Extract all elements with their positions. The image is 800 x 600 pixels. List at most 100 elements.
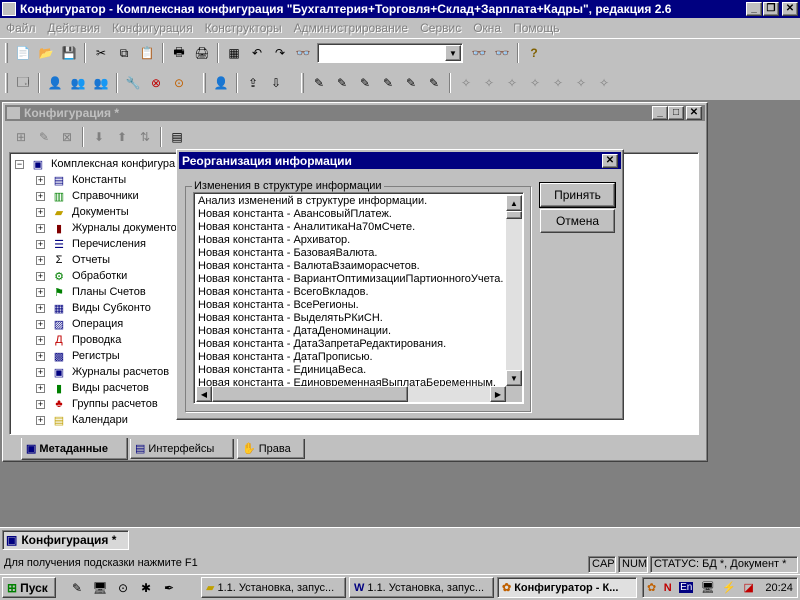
list-item[interactable]: Новая константа - ВалютаВзаиморасчетов. [196,260,506,273]
window-minimize-button[interactable]: _ [652,106,668,120]
open-folder-icon[interactable]: 📂 [35,42,57,64]
module-icon[interactable]: ▦ [223,42,245,64]
constructor-query-icon[interactable]: ✎ [377,72,399,94]
tree-item-enums[interactable]: + ☰ Перечисления [36,236,146,252]
tree-item-reports[interactable]: + Σ Отчеты [36,252,110,268]
vertical-scrollbar[interactable]: ▲ ▼ [506,195,522,386]
move-up-icon[interactable]: ⬆ [111,126,133,148]
list-item[interactable]: Новая константа - АвансовыйПлатеж. [196,208,506,221]
dialog-close-button[interactable]: ✕ [602,154,618,168]
stop-icon[interactable]: ⊗ [145,72,167,94]
tree-item-chart-of-accounts[interactable]: + ⚑ Планы Счетов [36,284,146,300]
scroll-up-icon[interactable]: ▲ [506,195,522,211]
close-button[interactable]: ✕ [782,2,798,16]
wizard-2-icon[interactable]: ✧ [478,72,500,94]
monitor-icon[interactable]: ⊙ [168,72,190,94]
find-binoculars-icon[interactable]: 👓 [292,42,314,64]
tree-item-catalogs[interactable]: + ▥ Справочники [36,188,139,204]
wizard-5-icon[interactable]: ✧ [547,72,569,94]
tab-interfaces[interactable]: ▤ Интерфейсы [130,439,234,459]
tray-n-icon[interactable]: N [664,582,672,594]
undo-icon[interactable]: ↶ [246,42,268,64]
changes-list[interactable]: Анализ изменений в структуре информации.… [193,192,524,404]
accept-button[interactable]: Принять [539,182,616,208]
copy-icon[interactable]: ⧉ [113,42,135,64]
paste-icon[interactable]: 📋 [136,42,158,64]
tree-item-calendars[interactable]: + ▤ Календари [36,412,128,428]
load-config-icon[interactable]: ⇩ [265,72,287,94]
list-item[interactable]: Новая константа - АналитикаНа70мСчете. [196,221,506,234]
replace-icon[interactable]: 👓 [491,42,513,64]
search-combobox[interactable]: ▼ [317,43,463,63]
list-item[interactable]: Новая константа - БазоваяВалюта. [196,247,506,260]
tree-item-calc-types[interactable]: + ▮ Виды расчетов [36,380,149,396]
tray-monitor-icon[interactable]: 🖥 [701,581,715,594]
scroll-thumb[interactable] [506,211,522,219]
constructor-print-icon[interactable]: ✎ [400,72,422,94]
constructor-movement-icon[interactable]: ✎ [423,72,445,94]
scroll-left-icon[interactable]: ◀ [196,386,212,402]
cut-icon[interactable]: ✂ [90,42,112,64]
tray-app-icon[interactable]: ✿ [647,581,656,594]
list-item[interactable]: Новая константа - ЕдиницаВеса. [196,364,506,377]
configuration-window-title-bar[interactable]: Конфигурация * [5,105,705,121]
users-icon[interactable]: 👤 [44,72,66,94]
taskbar-item-configurator[interactable]: ✿ Конфигуратор - К... [497,577,637,598]
tree-item-registers[interactable]: + ▩ Регистры [36,348,120,364]
wizard-6-icon[interactable]: ✧ [570,72,592,94]
tree-item-documents[interactable]: + ▰ Документы [36,204,129,220]
tab-rights[interactable]: ✋ Права [237,439,305,459]
wizard-3-icon[interactable]: ✧ [501,72,523,94]
interfaces-icon[interactable]: 👥 [90,72,112,94]
expand-icon[interactable]: + [36,287,45,297]
expand-icon[interactable]: + [36,367,45,377]
expand-icon[interactable]: + [36,239,45,249]
constructor-form-icon[interactable]: ✎ [354,72,376,94]
properties-icon[interactable]: ▤ [166,126,188,148]
tree-item-operation[interactable]: + ▨ Операция [36,316,123,332]
dump-config-icon[interactable]: ⇪ [242,72,264,94]
wizard-4-icon[interactable]: ✧ [524,72,546,94]
print-icon[interactable]: 🖶 [168,42,190,64]
list-item[interactable]: Новая константа - ВсегоВкладов. [196,286,506,299]
menu-constructors[interactable]: Конструкторы [199,21,288,35]
horizontal-scrollbar[interactable]: ◀ ▶ [196,386,506,402]
sort-icon[interactable]: ⇅ [134,126,156,148]
constructor-document-icon[interactable]: ✎ [308,72,330,94]
tab-metadata[interactable]: ▣ Метаданные [21,438,128,460]
new-file-icon[interactable]: 📄 [12,42,34,64]
debug-icon[interactable]: 🔧 [122,72,144,94]
quick-launch-icon-4[interactable]: ✱ [135,577,157,599]
help-icon[interactable]: ? [523,42,545,64]
delete-object-icon[interactable]: ⊠ [56,126,78,148]
save-icon[interactable]: 💾 [58,42,80,64]
menu-windows[interactable]: Окна [467,21,507,35]
add-object-icon[interactable]: ⊞ [10,126,32,148]
expand-icon[interactable]: + [36,175,45,185]
config-tree-icon[interactable]: 🗔 [12,72,34,94]
start-button[interactable]: ⊞ Пуск [2,577,56,598]
menu-actions[interactable]: Действия [42,21,107,35]
list-item[interactable]: Анализ изменений в структуре информации. [196,195,506,208]
window-maximize-button[interactable]: □ [668,106,684,120]
menu-service[interactable]: Сервис [414,21,467,35]
tree-item-processings[interactable]: + ⚙ Обработки [36,268,127,284]
scroll-h-thumb[interactable] [212,386,408,402]
tree-item-subconto-types[interactable]: + ▦ Виды Субконто [36,300,151,316]
menu-file[interactable]: Файл [0,21,42,35]
chevron-down-icon[interactable]: ▼ [445,45,461,61]
taskbar-item-folder[interactable]: ▰ 1.1. Установка, запус... [201,577,346,598]
edit-object-icon[interactable]: ✎ [33,126,55,148]
list-item[interactable]: Новая константа - Архиватор. [196,234,506,247]
quick-launch-icon-3[interactable]: ⊙ [112,577,134,599]
tray-tool-icon[interactable]: ⚡ [722,581,736,594]
expand-icon[interactable]: + [36,319,45,329]
find-next-icon[interactable]: 👓 [468,42,490,64]
list-item[interactable]: Новая константа - ВыделятьРКиСН. [196,312,506,325]
expand-icon[interactable]: + [36,335,45,345]
expand-icon[interactable]: + [36,351,45,361]
expand-icon[interactable]: + [36,223,45,233]
maximize-button[interactable]: ❐ [763,2,779,16]
expand-icon[interactable]: + [36,255,45,265]
mdi-tab-configuration[interactable]: ▣ Конфигурация * [2,530,129,550]
